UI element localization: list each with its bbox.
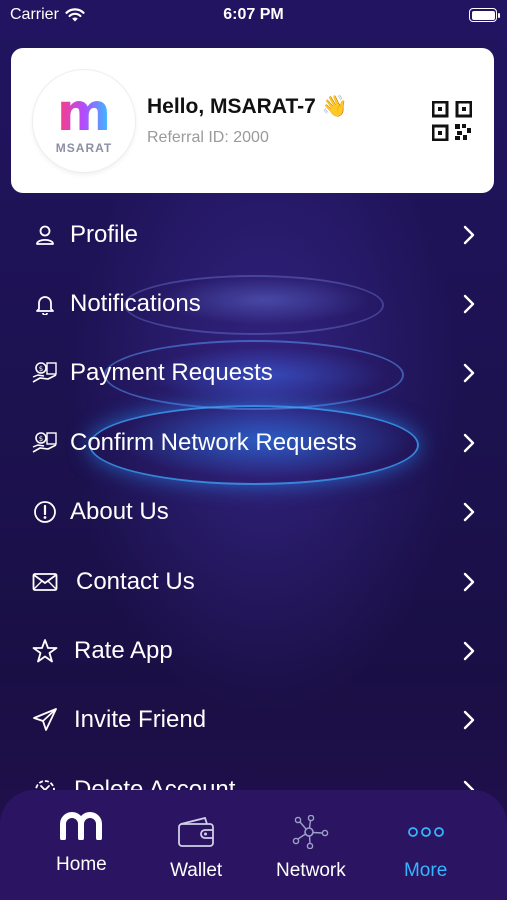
bottom-tab-bar: Home Wallet Network More [0,790,507,900]
bell-icon [32,291,58,317]
chevron-right-icon [463,294,475,314]
tab-more[interactable]: More [376,790,476,900]
battery-icon [469,8,500,22]
menu-item-confirm-network-requests[interactable]: $ Confirm Network Requests [0,408,507,477]
tab-label: Wallet [170,860,223,881]
status-bar: Carrier 6:07 PM [0,0,507,30]
menu-label: Payment Requests [70,359,273,387]
tab-wallet[interactable]: Wallet [146,790,246,900]
menu-label: About Us [70,498,169,526]
tab-label: Home [56,854,107,875]
info-icon [32,499,58,525]
menu-label: Contact Us [76,567,195,595]
settings-menu: Profile Notifications $ Payment Requests… [0,200,507,825]
greeting-block: Hello, MSARAT-7 👋 Referral ID: 2000 [147,95,432,147]
msarat-logo-icon: m [56,82,112,143]
send-icon [32,707,58,733]
menu-label: Rate App [74,637,173,665]
star-icon [32,638,58,664]
referral-id: Referral ID: 2000 [147,128,269,146]
menu-item-about-us[interactable]: About Us [0,478,507,547]
logo-text: MSARAT [55,140,113,155]
tab-label: More [403,860,448,881]
person-icon [32,222,58,248]
menu-item-notifications[interactable]: Notifications [0,269,507,338]
tab-home[interactable]: Home [31,790,131,900]
profile-header-card[interactable]: m MSARAT Hello, MSARAT-7 👋 Referral ID: … [11,48,494,193]
money-hand-icon: $ [32,430,58,456]
chevron-right-icon [463,641,475,661]
menu-item-rate-app[interactable]: Rate App [0,616,507,685]
avatar: m MSARAT [33,69,135,172]
menu-item-contact-us[interactable]: Contact Us [0,547,507,616]
chevron-right-icon [463,711,475,730]
wave-icon: 👋 [321,94,348,118]
greeting-text: Hello, MSARAT-7 [147,94,316,118]
menu-item-invite-friend[interactable]: Invite Friend [0,686,507,755]
menu-label: Notifications [70,290,201,318]
qr-code-icon[interactable] [432,100,472,141]
money-hand-icon: $ [32,360,58,386]
menu-label: Confirm Network Requests [70,428,357,456]
menu-item-profile[interactable]: Profile [0,200,507,269]
svg-text:$: $ [39,435,43,443]
menu-label: Invite Friend [74,706,207,734]
menu-item-payment-requests[interactable]: $ Payment Requests [0,339,507,408]
chevron-right-icon [463,364,475,383]
chevron-right-icon [463,225,475,244]
svg-text:$: $ [39,365,43,373]
chevron-right-icon [463,503,475,522]
envelope-icon [32,569,58,595]
status-time: 6:07 PM [223,6,284,23]
tab-label: Network [276,860,346,881]
network-icon [292,814,330,850]
msarat-logo-icon [60,808,103,844]
chevron-right-icon [463,572,475,591]
wallet-icon [177,814,215,850]
menu-label: Profile [70,220,139,248]
greeting-line: Hello, MSARAT-7 👋 [147,95,432,119]
more-dots-icon [407,814,445,850]
tab-network[interactable]: Network [261,790,361,900]
chevron-right-icon [463,433,475,453]
